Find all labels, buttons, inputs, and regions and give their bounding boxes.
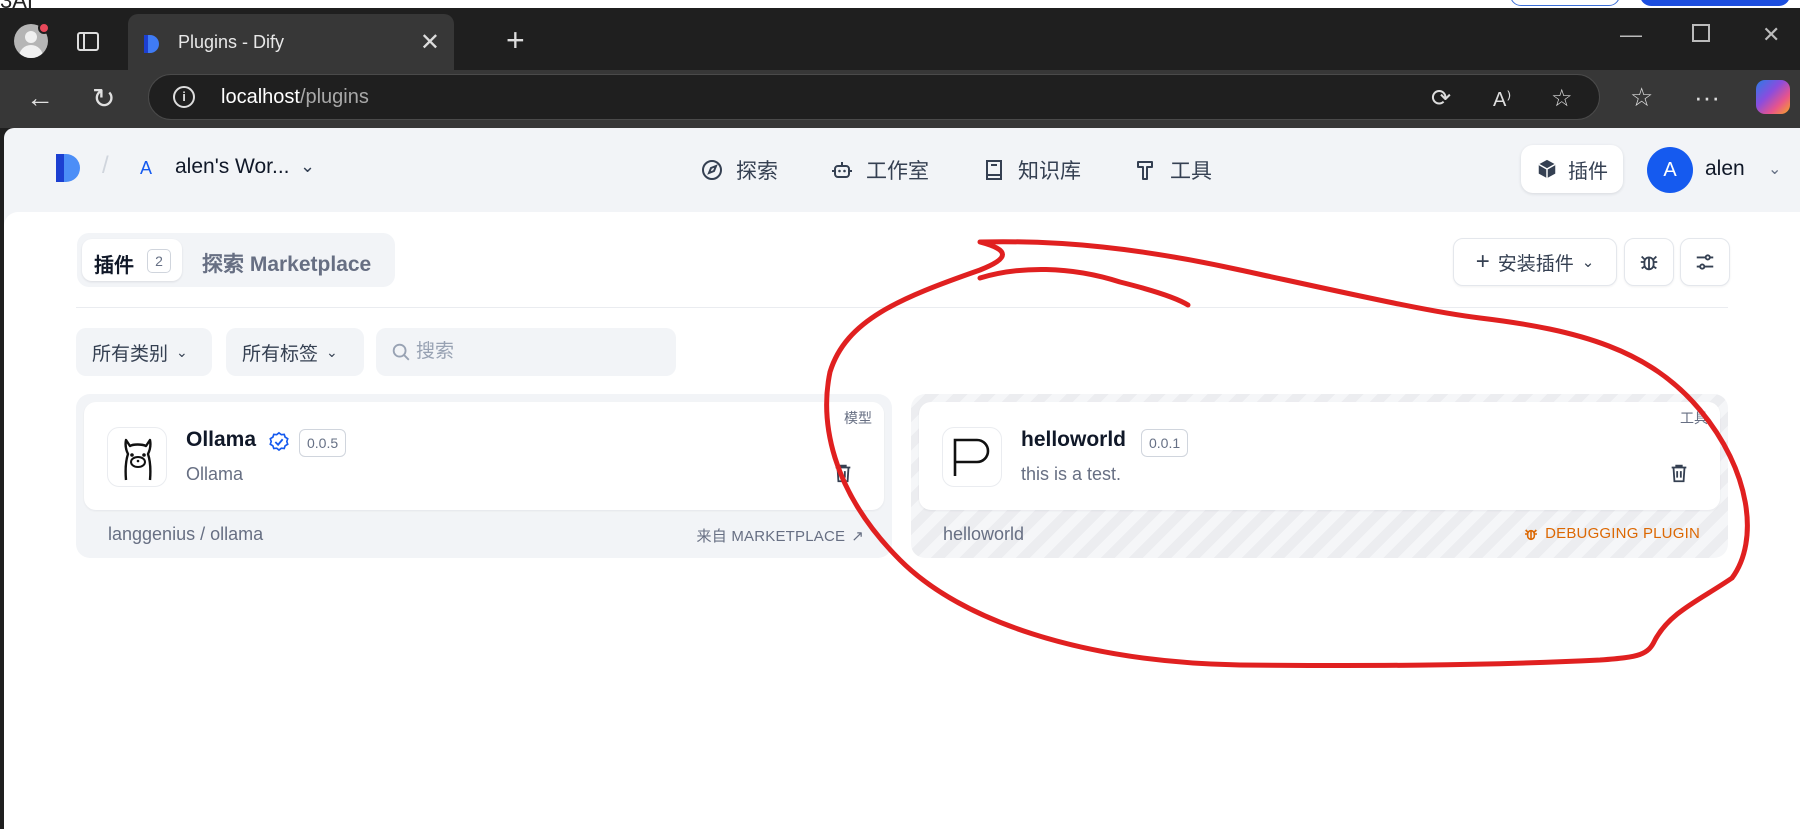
- chevron-down-icon[interactable]: ⌄: [300, 156, 315, 177]
- breadcrumb-separator: /: [102, 152, 109, 179]
- book-icon: [986, 160, 1002, 180]
- background-window-strip: 3AI: [0, 0, 1800, 8]
- user-avatar[interactable]: A: [1647, 147, 1693, 193]
- sliders-icon: [1696, 254, 1714, 270]
- plugin-source-path: helloworld: [943, 524, 1025, 544]
- nav-studio[interactable]: 工作室: [830, 152, 929, 188]
- dify-logo-icon[interactable]: [54, 152, 84, 184]
- site-info-icon[interactable]: i: [173, 86, 195, 108]
- chevron-down-icon: ⌄: [176, 343, 188, 360]
- plugin-name: helloworld: [1021, 428, 1126, 451]
- plugin-source-path: langgenius / ollama: [108, 524, 264, 544]
- maximize-icon[interactable]: [1692, 24, 1710, 42]
- more-icon[interactable]: ···: [1694, 82, 1720, 113]
- plugin-card-body: helloworld 0.0.1 this is a test. 工具: [919, 402, 1720, 510]
- version-badge: 0.0.1: [1141, 429, 1189, 457]
- nav-tools[interactable]: 工具: [1134, 152, 1212, 188]
- category-filter[interactable]: 所有类别 ⌄: [76, 328, 212, 376]
- new-tab-icon[interactable]: +: [506, 24, 525, 56]
- dify-favicon-icon: [144, 35, 159, 53]
- back-icon[interactable]: ←: [26, 82, 54, 114]
- chevron-down-icon[interactable]: ⌄: [1768, 159, 1781, 179]
- debug-button[interactable]: [1624, 238, 1674, 286]
- plugin-p-icon: [942, 427, 1002, 487]
- browser-tab-bar: Plugins - Dify ✕ + — ✕: [0, 8, 1800, 70]
- version-badge: 0.0.5: [299, 429, 347, 457]
- plus-icon: +: [1475, 248, 1490, 275]
- dify-page: / A alen's Wor... ⌄ 探索 工作室 知识库 工具 插件 A a…: [4, 128, 1800, 829]
- user-name[interactable]: alen: [1705, 157, 1745, 181]
- plugins-button[interactable]: 插件: [1521, 145, 1623, 193]
- category-tag: 模型: [828, 402, 884, 434]
- trash-icon[interactable]: [832, 462, 854, 484]
- external-link-icon: ↗: [851, 527, 864, 545]
- category-tag: 工具: [1664, 402, 1720, 434]
- chevron-down-icon: ⌄: [1581, 254, 1595, 271]
- background-text: 3AI: [0, 0, 33, 8]
- search-input[interactable]: [416, 338, 656, 366]
- nav-explore[interactable]: 探索: [700, 152, 778, 188]
- plugin-card[interactable]: Ollama 0.0.5 Ollama 模型 langgenius / olla…: [76, 394, 892, 558]
- browser-toolbar: ← ↻ i localhost/plugins ⟳ A⁾ ☆ ☆ ···: [0, 70, 1800, 128]
- plugin-description: this is a test.: [1021, 464, 1122, 484]
- compass-icon: [702, 160, 722, 180]
- bug-icon: [1525, 528, 1538, 540]
- workspace-name[interactable]: alen's Wor...: [175, 155, 290, 179]
- tab-actions-icon[interactable]: [77, 32, 99, 51]
- search-icon: [392, 343, 410, 361]
- edge-icon[interactable]: ⟳: [1431, 84, 1451, 113]
- window-close-icon[interactable]: ✕: [1762, 22, 1780, 48]
- workspace-avatar: A: [140, 158, 153, 178]
- robot-icon: [832, 162, 852, 178]
- tab-plugins[interactable]: 插件 2: [82, 239, 182, 281]
- divider: [76, 307, 1728, 308]
- browser-tab[interactable]: Plugins - Dify ✕: [128, 14, 454, 70]
- plugin-count-badge: 2: [147, 249, 171, 273]
- settings-button[interactable]: [1680, 238, 1730, 286]
- refresh-icon[interactable]: ↻: [92, 82, 115, 115]
- plugin-tab-switcher: 插件 2 探索 Marketplace: [77, 233, 395, 287]
- top-navigation: / A alen's Wor... ⌄ 探索 工作室 知识库 工具 插件 A a…: [4, 128, 1800, 212]
- tab-marketplace[interactable]: 探索 Marketplace: [202, 248, 371, 278]
- search-box: [376, 328, 676, 376]
- plugin-card-body: Ollama 0.0.5 Ollama 模型: [84, 402, 884, 510]
- minimize-icon[interactable]: —: [1620, 22, 1642, 48]
- trash-icon[interactable]: [1668, 462, 1690, 484]
- nav-knowledge[interactable]: 知识库: [982, 152, 1081, 188]
- plugin-description: Ollama: [186, 464, 244, 484]
- address-bar[interactable]: i localhost/plugins ⟳ A⁾ ☆: [148, 74, 1600, 120]
- url-text: localhost/plugins: [221, 86, 369, 108]
- tag-filter[interactable]: 所有标签 ⌄: [226, 328, 364, 376]
- verified-badge-icon: [269, 431, 289, 452]
- plugins-content: 插件 2 探索 Marketplace + 安装插件 ⌄ 所有类别 ⌄ 所有标签 ⌄: [4, 212, 1800, 829]
- chevron-down-icon: ⌄: [326, 343, 338, 360]
- marketplace-link[interactable]: 来自 MARKETPLACE ↗: [697, 525, 864, 546]
- favorite-star-icon[interactable]: ☆: [1551, 84, 1573, 113]
- install-plugin-button[interactable]: + 安装插件 ⌄: [1453, 238, 1617, 286]
- copilot-icon[interactable]: [1756, 80, 1790, 114]
- notification-dot: [38, 22, 50, 34]
- bug-icon: [1640, 255, 1658, 271]
- close-tab-icon[interactable]: ✕: [420, 28, 440, 57]
- plugin-name: Ollama: [186, 428, 257, 451]
- debugging-plugin-label: DEBUGGING PLUGIN: [1523, 525, 1700, 542]
- read-aloud-icon[interactable]: A⁾: [1493, 87, 1511, 112]
- hammer-icon: [1137, 161, 1153, 180]
- plugin-card[interactable]: helloworld 0.0.1 this is a test. 工具 hell…: [911, 394, 1728, 558]
- background-button: [1640, 0, 1790, 6]
- favorites-icon[interactable]: ☆: [1630, 82, 1653, 113]
- tab-title: Plugins - Dify: [178, 32, 285, 52]
- cube-icon: [1538, 159, 1556, 179]
- background-button: [1510, 0, 1620, 6]
- llama-icon: [107, 427, 167, 487]
